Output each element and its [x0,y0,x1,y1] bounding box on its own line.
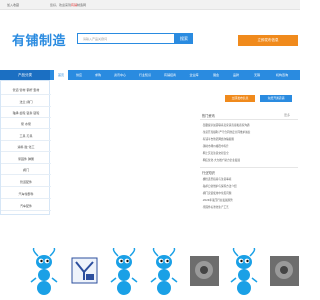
nav-item[interactable]: 无锡 [248,70,266,80]
favorite-link[interactable]: 加入收藏 [7,3,19,7]
knowledge-title: 行业知识 [202,171,215,175]
divider [200,119,298,120]
knowledge-item[interactable]: ·螺栓选型指南与注意事项 [202,177,298,181]
divider [200,167,298,168]
nav-item[interactable]: 企业库 [185,70,203,80]
news-item[interactable]: ·网上买卖注意交易安全 [202,151,298,155]
product-photo-icon [270,256,299,286]
nav-item[interactable]: 有铺招商 [160,70,180,80]
partner-logo-card[interactable] [148,247,181,296]
knowledge-item[interactable]: ·紧固件标准化生产工艺 [202,205,298,209]
banner-area [55,83,195,213]
ant-mascot-icon [150,247,178,295]
news-item[interactable]: ·生意开局顺利·严守合同约定共同维护诚信 [202,130,298,134]
partner-logo-card[interactable] [28,247,61,296]
site-logo[interactable]: 有铺制造 [12,30,66,49]
right-panel: 立即发布信息 免费开通店铺 热门资讯 更多 ·温馨提示如需联系卖家请直接和商家沟… [200,80,300,220]
main-nav: 产品分类 首页 供应 求购 资讯中心 行业知识 有铺招商 企业库 展会 品牌 无锡 机构咨询 [0,70,300,80]
product-photo-icon [190,256,219,286]
nav-item[interactable]: 资讯中心 [110,70,130,80]
nav-item[interactable]: 展会 [208,70,224,80]
knowledge-item[interactable]: ·阀门安装使用中常见问题 [202,191,298,195]
news-more-link[interactable]: 更多 [284,113,290,117]
ant-mascot-icon [110,247,138,295]
news-title: 热门资讯 [202,114,215,118]
nav-item[interactable]: 行业知识 [135,70,155,80]
nav-item[interactable]: 求购 [90,70,106,80]
news-item[interactable]: ·钢材市场价格稳中有升 [202,144,298,148]
partner-logo-card[interactable] [188,248,221,296]
sidebar-category-item[interactable]: 阀门 [1,165,51,175]
publish-info-button[interactable]: 立即发布信息 [238,35,298,46]
category-sidebar: 管道 管材 钢杆 型材 法兰 阀门 轴承 齿轮 链条 链轮泵 水泵工具 刃具 涂料 胶… [0,80,51,215]
open-shop-button[interactable]: 免费开通店铺 [260,95,292,102]
news-item[interactable]: ·温馨提示如需联系卖家请直接和商家沟通 [202,123,298,127]
sidebar-category-item[interactable]: 工具 刃具 [1,131,51,141]
partner-logo-card[interactable] [228,247,261,296]
company-seal-icon [71,257,98,284]
nav-item[interactable]: 机构咨询 [272,70,292,80]
ant-mascot-icon [230,247,258,295]
publish-button[interactable]: 立即发布信息 [225,95,255,102]
sidebar-category-item[interactable]: 管道配件 [1,177,51,187]
partner-logo-card[interactable] [68,248,101,296]
news-item[interactable]: ·有铺平台防范网络诈骗提醒 [202,137,298,141]
partner-logos [0,247,301,300]
nav-item[interactable]: 首页 [54,70,68,80]
welcome-prefix: 您好，欢迎来到 [50,3,72,7]
search-input[interactable]: 请输入产品关键词 [77,33,175,44]
sidebar-category-item[interactable]: 法兰 阀门 [1,97,51,107]
welcome-text: 您好，欢迎来到有铺制造网 [50,3,86,7]
search-button[interactable]: 搜索 [175,33,193,44]
top-bar: 加入收藏 您好，欢迎来到有铺制造网 [0,0,300,10]
partner-logo-card[interactable] [108,247,141,296]
sidebar-category-item[interactable]: 涂料 胶 化工 [1,142,51,152]
sidebar-category-item[interactable]: 汽车零部件 [1,189,51,199]
ant-mascot-icon [30,247,58,295]
sidebar-category-item[interactable]: 汽车配件 [1,201,51,211]
knowledge-item[interactable]: ·轴承日常维护与保养方法介绍 [202,184,298,188]
nav-item[interactable]: 品牌 [228,70,244,80]
news-item[interactable]: ·网店优化·大力推广助力企业发展 [202,158,298,162]
welcome-suffix: 制造网 [77,3,87,7]
sidebar-category-item[interactable]: 泵 水泵 [1,119,51,129]
sidebar-category-item[interactable]: 轴承 齿轮 链条 链轮 [1,108,51,118]
nav-item[interactable]: 供应 [72,70,86,80]
category-title[interactable]: 产品分类 [0,70,50,80]
knowledge-item[interactable]: ·2024年液压行业发展趋势 [202,198,298,202]
sidebar-category-item[interactable]: 紧固件 弹簧 [1,154,51,164]
partner-logo-card[interactable] [268,248,301,296]
sidebar-category-item[interactable]: 管道 管材 钢杆 型材 [1,85,51,95]
